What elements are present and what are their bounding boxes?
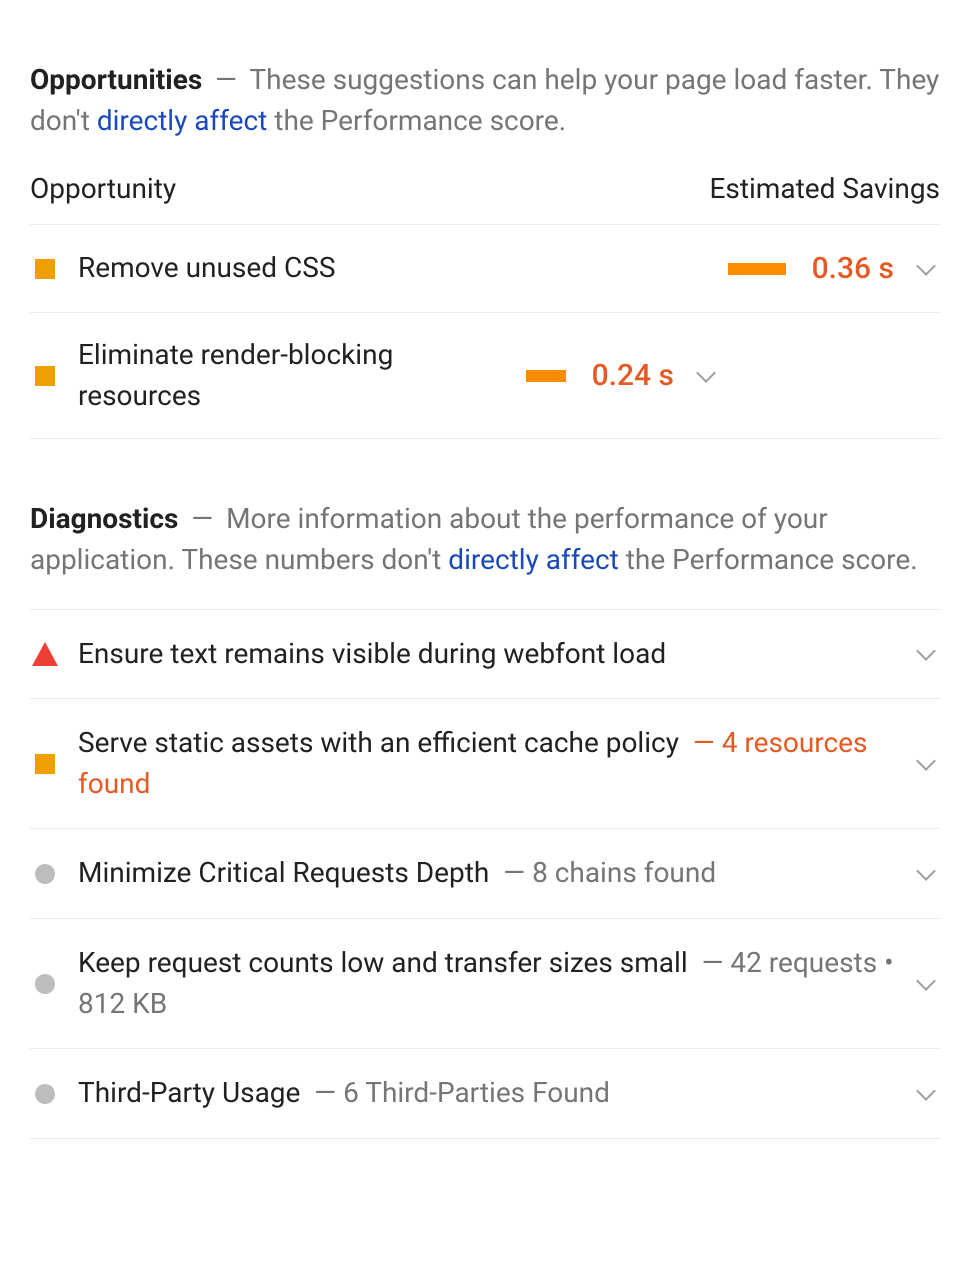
square-average-icon xyxy=(35,259,55,279)
savings-bar xyxy=(526,370,566,382)
diagnostic-label-text: Third-Party Usage xyxy=(78,1076,300,1109)
chevron-down-icon xyxy=(916,751,936,771)
triangle-warn-icon xyxy=(32,642,58,666)
square-average-icon xyxy=(35,754,55,774)
savings-time: 0.36 s xyxy=(804,247,894,291)
diagnostic-row[interactable]: Minimize Critical Requests Depth — 8 cha… xyxy=(30,829,940,919)
status-indicator xyxy=(30,864,60,884)
diagnostic-label: Serve static assets with an efficient ca… xyxy=(78,723,894,804)
diagnostic-row[interactable]: Serve static assets with an efficient ca… xyxy=(30,699,940,829)
expand-toggle[interactable] xyxy=(912,979,940,988)
opportunities-table-header: Opportunity Estimated Savings xyxy=(30,169,940,225)
diagnostics-desc-after: the Performance score. xyxy=(619,543,918,576)
savings: 0.36 s xyxy=(728,247,894,291)
opportunity-row[interactable]: Eliminate render-blocking resources 0.24… xyxy=(30,313,940,439)
chevron-down-icon xyxy=(916,971,936,991)
chevron-down-icon xyxy=(696,363,716,383)
diagnostic-meta: — 6 Third-Parties Found xyxy=(307,1076,610,1109)
expand-toggle[interactable] xyxy=(912,649,940,658)
opportunity-label: Remove unused CSS xyxy=(78,248,710,289)
diagnostic-row[interactable]: Keep request counts low and transfer siz… xyxy=(30,919,940,1049)
col-savings: Estimated Savings xyxy=(709,169,940,210)
status-indicator xyxy=(30,642,60,666)
status-indicator xyxy=(30,366,60,386)
status-indicator xyxy=(30,754,60,774)
expand-toggle[interactable] xyxy=(692,371,720,380)
diagnostic-label: Minimize Critical Requests Depth — 8 cha… xyxy=(78,853,894,894)
circle-info-icon xyxy=(35,1084,55,1104)
expand-toggle[interactable] xyxy=(912,759,940,768)
diagnostic-label: Ensure text remains visible during webfo… xyxy=(78,634,894,675)
diagnostic-label: Third-Party Usage — 6 Third-Parties Foun… xyxy=(78,1073,894,1114)
dash-separator: — xyxy=(191,502,213,535)
status-indicator xyxy=(30,974,60,994)
status-indicator xyxy=(30,259,60,279)
square-average-icon xyxy=(35,366,55,386)
diagnostic-row[interactable]: Third-Party Usage — 6 Third-Parties Foun… xyxy=(30,1049,940,1139)
dash-separator: — xyxy=(215,63,237,96)
savings-bar xyxy=(728,263,786,275)
opportunity-row[interactable]: Remove unused CSS 0.36 s xyxy=(30,225,940,314)
diagnostic-label-text: Keep request counts low and transfer siz… xyxy=(78,946,688,979)
chevron-down-icon xyxy=(916,861,936,881)
directly-affect-link[interactable]: directly affect xyxy=(97,104,268,137)
chevron-down-icon xyxy=(916,256,936,276)
savings-time: 0.24 s xyxy=(584,354,674,398)
diagnostics-title: Diagnostics xyxy=(30,502,178,535)
diagnostic-label-text: Serve static assets with an efficient ca… xyxy=(78,726,679,759)
opportunity-label: Eliminate render-blocking resources xyxy=(78,335,508,416)
chevron-down-icon xyxy=(916,1081,936,1101)
chevron-down-icon xyxy=(916,642,936,662)
circle-info-icon xyxy=(35,864,55,884)
opportunities-header: Opportunities — These suggestions can he… xyxy=(30,60,940,141)
circle-info-icon xyxy=(35,974,55,994)
diagnostic-row[interactable]: Ensure text remains visible during webfo… xyxy=(30,609,940,700)
status-indicator xyxy=(30,1084,60,1104)
expand-toggle[interactable] xyxy=(912,264,940,273)
opportunities-title: Opportunities xyxy=(30,63,202,96)
expand-toggle[interactable] xyxy=(912,869,940,878)
diagnostic-label-text: Ensure text remains visible during webfo… xyxy=(78,637,666,670)
expand-toggle[interactable] xyxy=(912,1089,940,1098)
diagnostic-label-text: Minimize Critical Requests Depth xyxy=(78,856,489,889)
savings: 0.24 s xyxy=(526,354,674,398)
diagnostic-meta: — 8 chains found xyxy=(496,856,716,889)
diagnostic-label: Keep request counts low and transfer siz… xyxy=(78,943,894,1024)
col-opportunity: Opportunity xyxy=(30,169,176,210)
directly-affect-link[interactable]: directly affect xyxy=(448,543,619,576)
opportunities-desc-after: the Performance score. xyxy=(267,104,566,137)
diagnostics-header: Diagnostics — More information about the… xyxy=(30,499,940,580)
